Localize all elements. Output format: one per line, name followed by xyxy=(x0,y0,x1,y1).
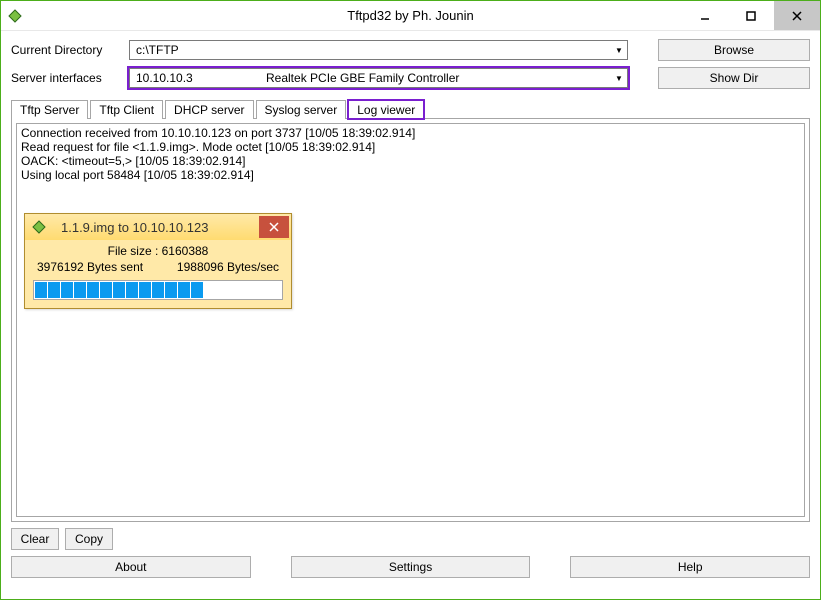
progress-segment xyxy=(191,282,203,298)
progress-segment xyxy=(165,282,177,298)
progress-segment xyxy=(61,282,73,298)
progress-segment xyxy=(126,282,138,298)
transfer-stats: 3976192 Bytes sent 1988096 Bytes/sec xyxy=(33,260,283,274)
transfer-bytes-sent: 3976192 Bytes sent xyxy=(37,260,143,274)
current-directory-combo[interactable]: c:\TFTP ▼ xyxy=(129,40,628,60)
log-line: OACK: <timeout=5,> [10/05 18:39:02.914] xyxy=(21,154,246,168)
transfer-popup-title: 1.1.9.img to 10.10.10.123 xyxy=(55,220,259,235)
minimize-button[interactable] xyxy=(682,1,728,30)
maximize-button[interactable] xyxy=(728,1,774,30)
app-icon xyxy=(31,219,47,235)
settings-button[interactable]: Settings xyxy=(291,556,531,578)
server-interfaces-label: Server interfaces xyxy=(11,71,129,85)
close-button[interactable] xyxy=(774,1,820,30)
transfer-filesize: File size : 6160388 xyxy=(33,244,283,258)
app-icon xyxy=(7,8,23,24)
log-line: Using local port 58484 [10/05 18:39:02.9… xyxy=(21,168,254,182)
progress-segment xyxy=(269,282,281,298)
server-interface-ip: 10.10.10.3 xyxy=(136,71,266,85)
tabstrip: Tftp Server Tftp Client DHCP server Sysl… xyxy=(11,99,810,118)
transfer-popup-body: File size : 6160388 3976192 Bytes sent 1… xyxy=(25,240,291,308)
progress-segment xyxy=(74,282,86,298)
progress-segment xyxy=(113,282,125,298)
tab-log-viewer[interactable]: Log viewer xyxy=(348,100,424,119)
server-interface-desc: Realtek PCIe GBE Family Controller xyxy=(266,71,459,85)
log-line: Read request for file <1.1.9.img>. Mode … xyxy=(21,140,375,154)
chevron-down-icon: ▼ xyxy=(611,41,627,59)
tab-syslog-server[interactable]: Syslog server xyxy=(256,100,347,119)
clear-button[interactable]: Clear xyxy=(11,528,59,550)
current-directory-row: Current Directory c:\TFTP ▼ Browse xyxy=(11,39,810,61)
about-button[interactable]: About xyxy=(11,556,251,578)
tab-dhcp-server[interactable]: DHCP server xyxy=(165,100,253,119)
transfer-rate: 1988096 Bytes/sec xyxy=(177,260,279,274)
progress-segment xyxy=(35,282,47,298)
client-area: Current Directory c:\TFTP ▼ Browse Serve… xyxy=(1,31,820,599)
window-controls xyxy=(682,1,820,30)
current-directory-label: Current Directory xyxy=(11,43,129,57)
progress-segment xyxy=(243,282,255,298)
tab-tftp-client[interactable]: Tftp Client xyxy=(90,100,163,119)
current-directory-value: c:\TFTP xyxy=(136,43,179,57)
progress-segment xyxy=(100,282,112,298)
chevron-down-icon: ▼ xyxy=(611,69,627,87)
transfer-popup-close-button[interactable] xyxy=(259,216,289,238)
tab-tftp-server[interactable]: Tftp Server xyxy=(11,100,88,119)
progress-segment xyxy=(230,282,242,298)
server-interfaces-row: Server interfaces 10.10.10.3 Realtek PCI… xyxy=(11,67,810,89)
progress-segment xyxy=(282,282,294,298)
log-buttons-row: Clear Copy xyxy=(11,528,810,550)
titlebar: Tftpd32 by Ph. Jounin xyxy=(1,1,820,31)
browse-button[interactable]: Browse xyxy=(658,39,810,61)
progress-segment xyxy=(139,282,151,298)
server-interfaces-combo[interactable]: 10.10.10.3 Realtek PCIe GBE Family Contr… xyxy=(129,68,628,88)
copy-button[interactable]: Copy xyxy=(65,528,113,550)
footer-buttons: About Settings Help xyxy=(11,556,810,578)
tab-panel: Connection received from 10.10.10.123 on… xyxy=(11,118,810,522)
progress-segment xyxy=(48,282,60,298)
progress-segment xyxy=(152,282,164,298)
progress-segment xyxy=(178,282,190,298)
progress-segment xyxy=(256,282,268,298)
help-button[interactable]: Help xyxy=(570,556,810,578)
progress-segment xyxy=(87,282,99,298)
transfer-progress-bar xyxy=(33,280,283,300)
show-dir-button[interactable]: Show Dir xyxy=(658,67,810,89)
log-textarea[interactable]: Connection received from 10.10.10.123 on… xyxy=(16,123,805,517)
log-line: Connection received from 10.10.10.123 on… xyxy=(21,126,415,140)
progress-segment xyxy=(217,282,229,298)
app-window: Tftpd32 by Ph. Jounin Current Directory … xyxy=(0,0,821,600)
progress-segment xyxy=(204,282,216,298)
transfer-popup: 1.1.9.img to 10.10.10.123 File size : 61… xyxy=(24,213,292,309)
transfer-popup-titlebar[interactable]: 1.1.9.img to 10.10.10.123 xyxy=(25,214,291,240)
